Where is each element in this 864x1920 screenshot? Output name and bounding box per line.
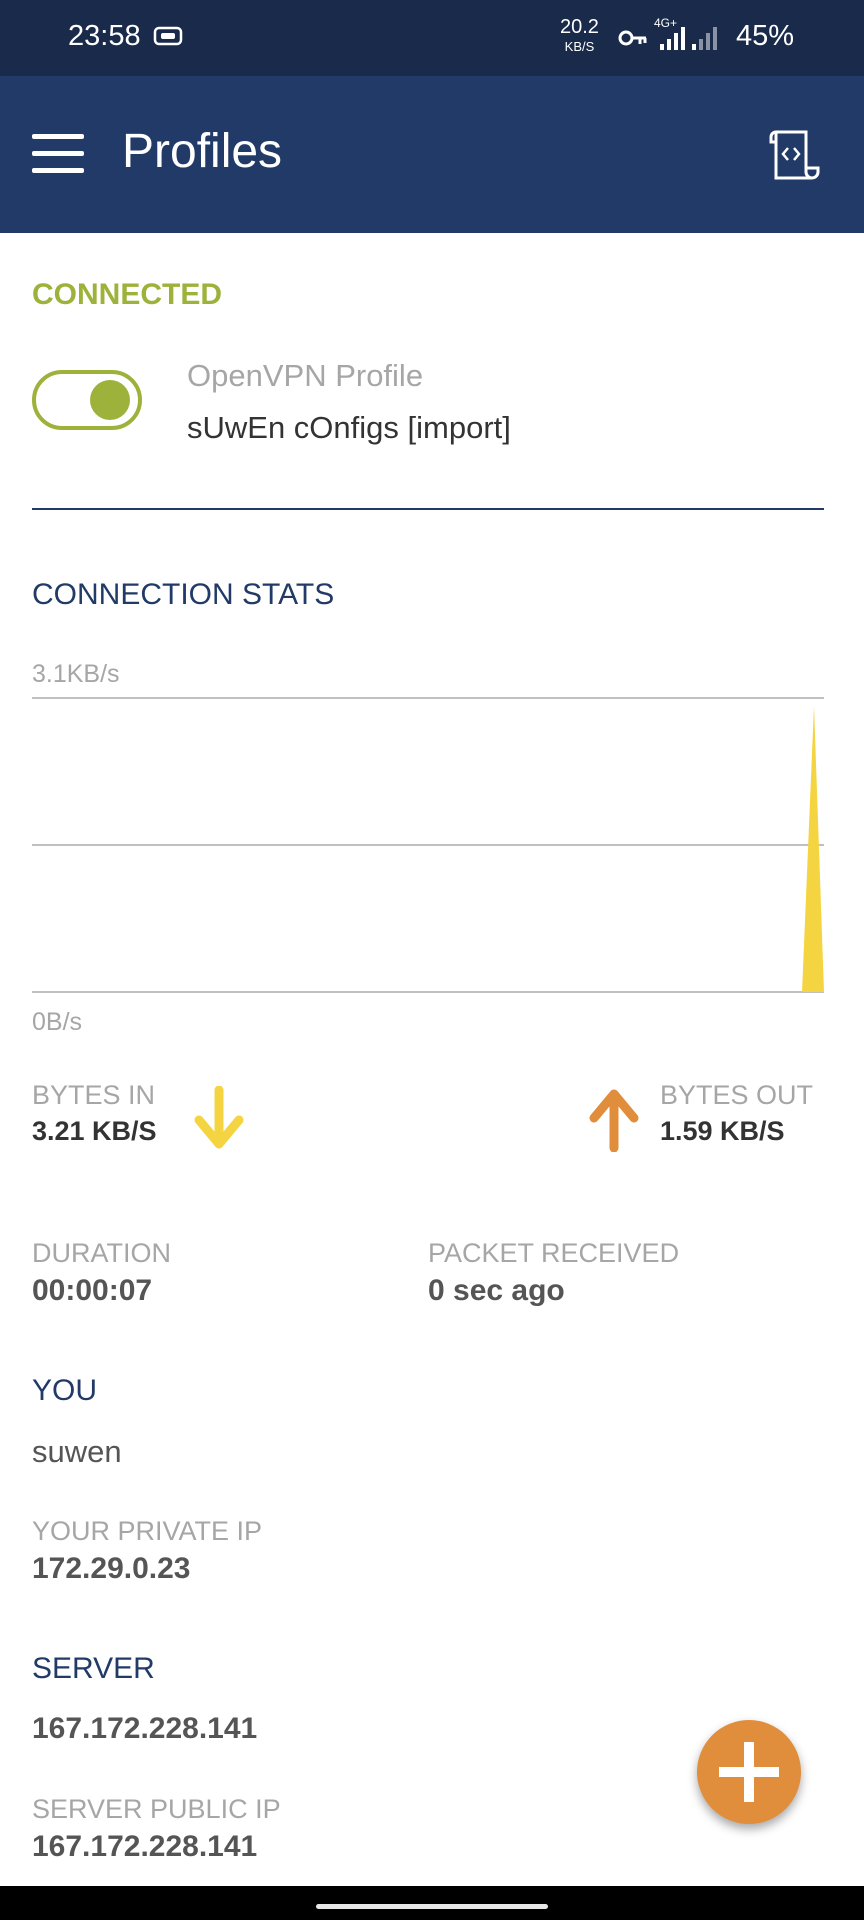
arrow-down-icon <box>194 1086 244 1149</box>
profile-type: OpenVPN Profile <box>187 358 424 393</box>
traffic-chart <box>32 697 824 993</box>
profile-name[interactable]: sUwEn cOnfigs [import] <box>187 410 511 446</box>
packet-received-value: 0 sec ago <box>428 1274 565 1307</box>
you-title: YOU <box>32 1374 98 1407</box>
add-profile-button[interactable] <box>697 1720 801 1824</box>
signal-icon <box>660 27 717 50</box>
chart-min-label: 0B/s <box>32 1008 83 1036</box>
net-speed: 20.2 KB/S <box>560 16 599 54</box>
server-public-ip-value: 167.172.228.141 <box>32 1830 258 1863</box>
private-ip-label: YOUR PRIVATE IP <box>32 1516 263 1546</box>
chart-max-label: 3.1KB/s <box>32 660 120 688</box>
navigation-bar <box>0 1886 864 1920</box>
vpn-key-icon <box>618 30 647 46</box>
tv-icon <box>153 26 183 46</box>
duration-value: 00:00:07 <box>32 1274 153 1307</box>
connection-status: CONNECTED <box>32 278 223 311</box>
server-title: SERVER <box>32 1652 155 1685</box>
hamburger-menu-icon[interactable] <box>30 134 86 174</box>
duration-label: DURATION <box>32 1238 171 1268</box>
bytes-out-label: BYTES OUT <box>660 1080 814 1110</box>
bytes-in-label: BYTES IN <box>32 1080 156 1110</box>
home-gesture-handle[interactable] <box>316 1904 548 1909</box>
connection-stats-title: CONNECTION STATS <box>32 578 335 611</box>
status-time: 23:58 <box>68 20 141 52</box>
bytes-out-value: 1.59 KB/S <box>660 1116 785 1146</box>
packet-received-label: PACKET RECEIVED <box>428 1238 680 1268</box>
app-bar: Profiles <box>0 76 864 233</box>
toggle-knob <box>90 380 130 420</box>
arrow-up-icon <box>589 1089 639 1152</box>
username: suwen <box>32 1434 122 1469</box>
bytes-in-value: 3.21 KB/S <box>32 1116 157 1146</box>
status-bar: 23:58 20.2 KB/S 4G+ 45% <box>0 0 864 76</box>
traffic-spike <box>802 706 824 992</box>
import-file-icon[interactable] <box>766 128 822 184</box>
section-divider <box>32 508 824 510</box>
battery-level: 45% <box>736 20 795 52</box>
server-public-ip-label: SERVER PUBLIC IP <box>32 1794 281 1824</box>
connection-toggle[interactable] <box>32 370 142 430</box>
server-host: 167.172.228.141 <box>32 1712 258 1745</box>
private-ip-value: 172.29.0.23 <box>32 1552 191 1585</box>
page-title: Profiles <box>122 125 283 178</box>
